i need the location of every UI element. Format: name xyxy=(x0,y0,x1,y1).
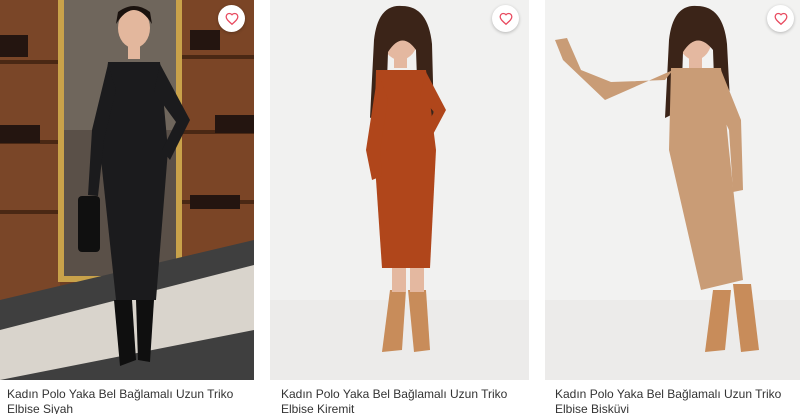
heart-outline-icon xyxy=(225,12,238,25)
product-image[interactable] xyxy=(270,0,529,380)
favorite-button[interactable] xyxy=(492,5,519,32)
product-image[interactable] xyxy=(545,0,800,380)
heart-outline-icon xyxy=(774,12,787,25)
product-grid: Kadın Polo Yaka Bel Bağlamalı Uzun Triko… xyxy=(0,0,800,414)
product-title-line: Elbise Kiremit xyxy=(281,402,355,414)
product-image[interactable] xyxy=(0,0,254,380)
product-card[interactable]: Kadın Polo Yaka Bel Bağlamalı Uzun Triko… xyxy=(545,0,800,414)
product-title-line: Kadın Polo Yaka Bel Bağlamalı Uzun Triko xyxy=(281,387,508,401)
product-title[interactable]: Kadın Polo Yaka Bel Bağlamalı Uzun Triko… xyxy=(555,387,795,414)
product-title-line: Elbise Bisküvi xyxy=(555,402,630,414)
product-title-line: Kadın Polo Yaka Bel Bağlamalı Uzun Triko xyxy=(7,387,234,401)
favorite-button[interactable] xyxy=(218,5,245,32)
heart-outline-icon xyxy=(499,12,512,25)
product-card[interactable]: Kadın Polo Yaka Bel Bağlamalı Uzun Triko… xyxy=(0,0,254,414)
product-title-line: Elbise Siyah xyxy=(7,402,74,414)
product-title[interactable]: Kadın Polo Yaka Bel Bağlamalı Uzun Triko… xyxy=(281,387,521,414)
product-title[interactable]: Kadın Polo Yaka Bel Bağlamalı Uzun Triko… xyxy=(7,387,247,414)
product-card[interactable]: Kadın Polo Yaka Bel Bağlamalı Uzun Triko… xyxy=(270,0,529,414)
favorite-button[interactable] xyxy=(767,5,794,32)
product-title-line: Kadın Polo Yaka Bel Bağlamalı Uzun Triko xyxy=(555,387,782,401)
